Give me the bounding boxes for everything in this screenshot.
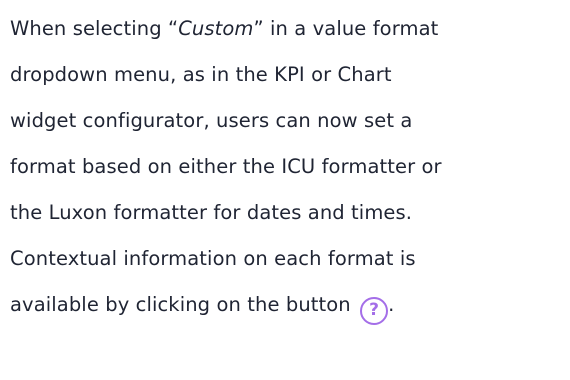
paragraph-line-1: When selecting “Custom” in a value forma… (10, 6, 560, 52)
question-circle-icon[interactable]: ? (360, 296, 389, 325)
paragraph-line-5: the Luxon formatter for dates and times. (10, 201, 413, 224)
paragraph-line-4: format based on either the ICU formatter… (10, 155, 442, 178)
line-7-text: available by clicking on the button (10, 293, 358, 316)
paragraph-line-6: Contextual information on each format is (10, 247, 416, 270)
paragraph-line-2: dropdown menu, as in the KPI or Chart (10, 63, 392, 86)
line-1-quote-close: ” (253, 17, 264, 40)
paragraph-line-7: available by clicking on the button ?. (10, 282, 560, 328)
line-1-quote-open: “ (168, 17, 179, 40)
line-7-period: . (388, 293, 395, 316)
custom-option-emphasis: Custom (178, 17, 254, 40)
line-1-text-before: When selecting (10, 17, 168, 40)
line-1-text-after: in a value format (263, 17, 439, 40)
paragraph-line-3: widget configurator, users can now set a (10, 109, 413, 132)
document-paragraph: When selecting “Custom” in a value forma… (0, 0, 570, 380)
